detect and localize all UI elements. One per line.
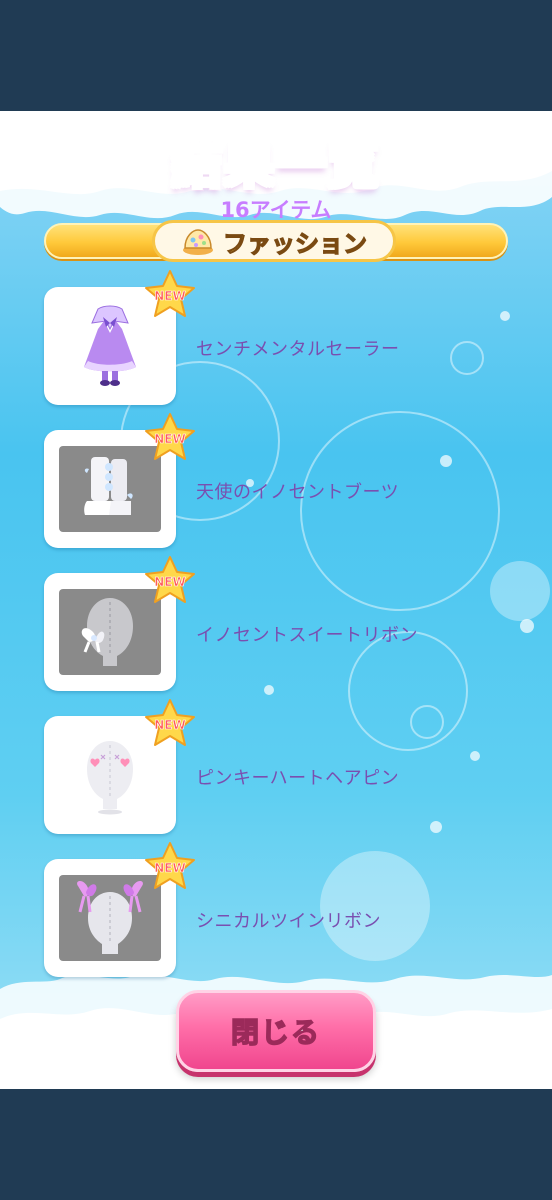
new-badge-label: NEW <box>154 289 185 303</box>
list-item[interactable]: NEW 天使のイノセントブーツ <box>44 413 474 548</box>
list-item[interactable]: NEW ピンキーハートヘアピン <box>44 699 474 834</box>
bubble-decoration <box>500 311 510 321</box>
list-item[interactable]: NEW シニカルツインリボン <box>44 842 474 977</box>
item-name: 天使のイノセントブーツ <box>196 482 400 503</box>
outfit-cake-icon <box>183 229 213 255</box>
list-item[interactable]: NEW イノセントスイートリボン <box>44 556 474 691</box>
category-label: ファッション <box>222 229 367 258</box>
sparkle-icon: ✦ <box>20 1014 39 1039</box>
sparkle-icon: ✦ <box>160 1044 171 1058</box>
new-badge-label: NEW <box>154 861 185 875</box>
item-name: シニカルツインリボン <box>196 911 381 932</box>
close-button-label: 閉じる <box>230 1015 321 1050</box>
boots-icon <box>84 457 133 515</box>
new-badge: NEW <box>145 699 195 746</box>
heart-hairpin-icon <box>87 741 133 815</box>
page-title: 結果一覧 <box>0 125 552 197</box>
new-badge: NEW <box>145 413 195 460</box>
item-name: ピンキーハートヘアピン <box>196 768 400 789</box>
new-badge: NEW <box>145 556 195 603</box>
list-item[interactable]: NEW センチメンタルセーラー <box>44 270 474 405</box>
category-tab: ファッション <box>152 220 396 262</box>
new-badge: NEW <box>145 842 195 889</box>
bubble-decoration <box>520 619 534 633</box>
item-name: センチメンタルセーラー <box>196 339 400 360</box>
result-panel: ✦ ✦ ✦ ✦ ✦ ✦ ✦ 結果一覧 結果一覧 16アイテム ファッション <box>0 111 552 1089</box>
bubble-decoration <box>490 561 550 621</box>
sparkle-icon: ✦ <box>94 1030 106 1046</box>
new-badge-label: NEW <box>154 575 185 589</box>
sparkle-icon: ✦ <box>500 1029 519 1054</box>
new-badge: NEW <box>145 270 195 317</box>
sailor-dress-icon <box>84 305 136 386</box>
new-badge-label: NEW <box>154 432 185 446</box>
item-name: イノセントスイートリボン <box>196 625 418 646</box>
twin-ribbon-icon <box>77 881 143 954</box>
ribbon-icon <box>81 598 133 666</box>
new-badge-label: NEW <box>154 718 185 732</box>
close-button[interactable]: 閉じる <box>176 990 376 1072</box>
